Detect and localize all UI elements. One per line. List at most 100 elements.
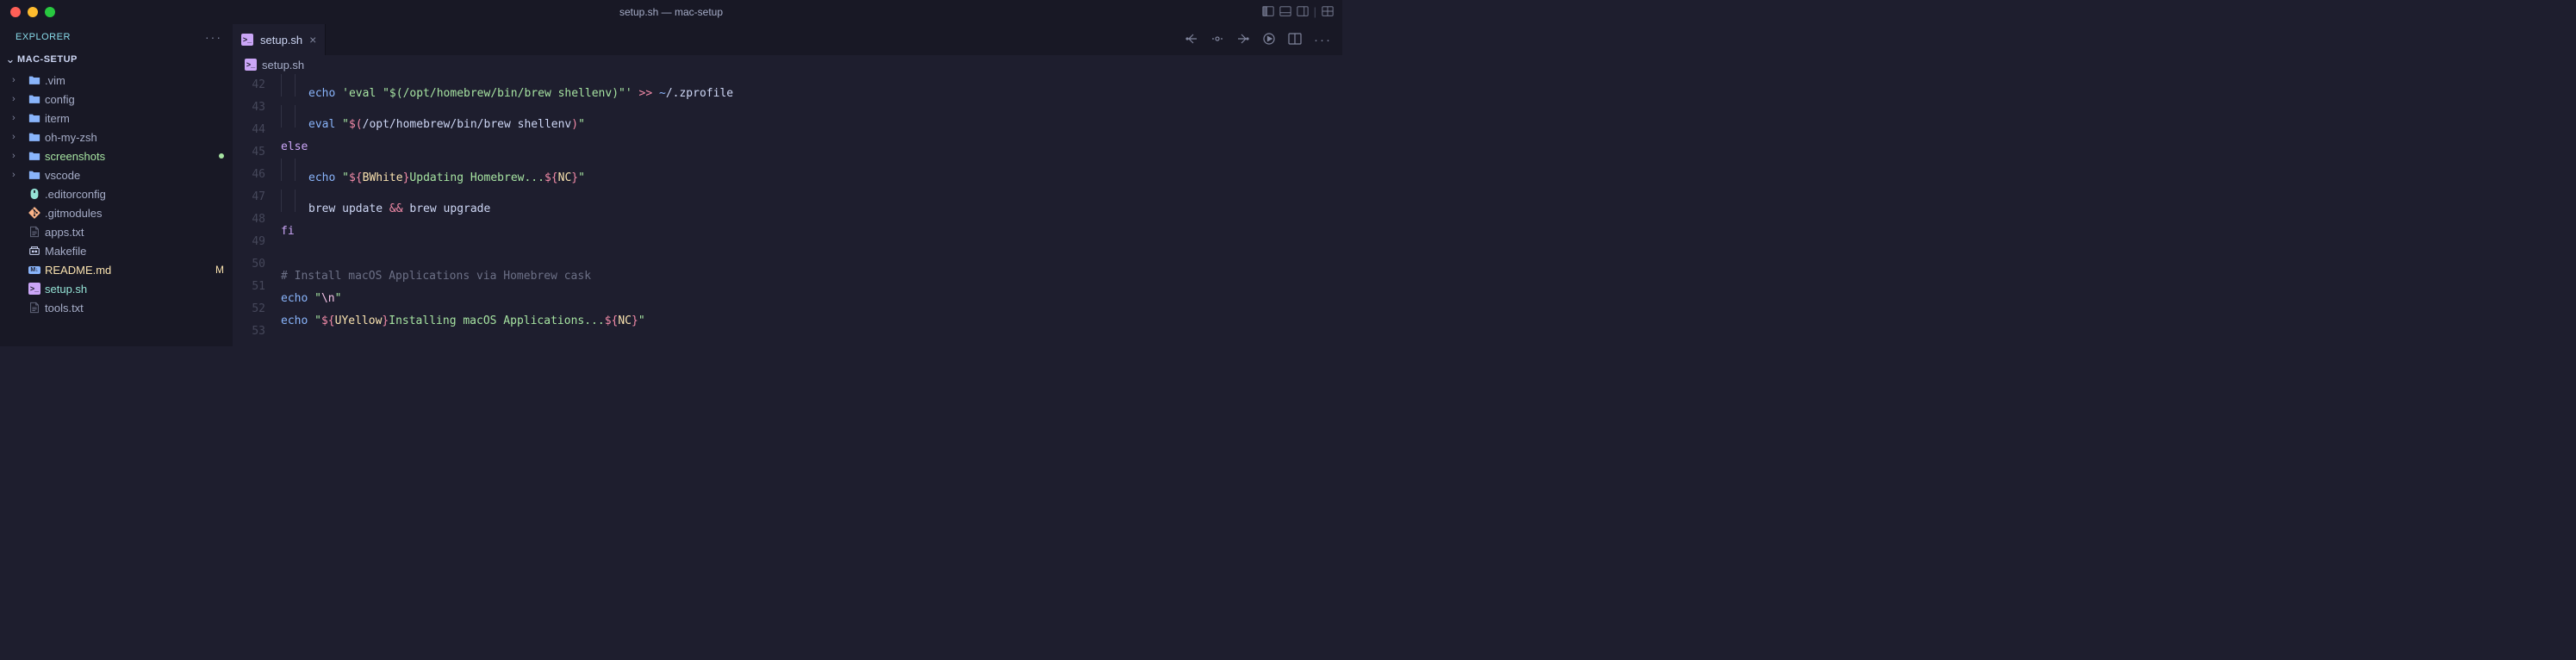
- panel-bottom-icon[interactable]: [1279, 5, 1291, 20]
- tabs-row: >_ setup.sh × ···: [233, 24, 1342, 55]
- panel-left-icon[interactable]: [1262, 5, 1274, 20]
- sidebar-header: EXPLORER ···: [0, 24, 233, 50]
- editor-more-icon[interactable]: ···: [1314, 33, 1332, 47]
- file-icon: M↓: [28, 263, 41, 277]
- titlebar: setup.sh — mac-setup |: [0, 0, 1342, 24]
- editor-actions: ···: [1185, 24, 1342, 55]
- code-line[interactable]: else: [281, 136, 1342, 159]
- chevron-right-icon: ›: [12, 94, 24, 104]
- code-line[interactable]: # Install macOS Applications via Homebre…: [281, 265, 1342, 288]
- line-gutter: 424344454647484950515253: [233, 74, 281, 346]
- tree-item-label: .gitmodules: [45, 207, 233, 220]
- code-line[interactable]: echo 'eval "$(/opt/homebrew/bin/brew she…: [281, 74, 1342, 105]
- code-line[interactable]: [281, 243, 1342, 265]
- tree-file[interactable]: >_ setup.sh: [0, 279, 233, 298]
- main-area: EXPLORER ··· ⌄ MAC-SETUP › .vim › config › it…: [0, 24, 1342, 346]
- tree-folder[interactable]: › vscode: [0, 165, 233, 184]
- tree-file[interactable]: M↓ README.mdM: [0, 260, 233, 279]
- line-number: 46: [233, 164, 265, 186]
- tree-item-label: setup.sh: [45, 283, 233, 296]
- maximize-button[interactable]: [45, 7, 55, 17]
- code-line[interactable]: echo "${UYellow}Installing macOS Applica…: [281, 310, 1342, 333]
- code-line[interactable]: eval "$(/opt/homebrew/bin/brew shellenv)…: [281, 105, 1342, 136]
- chevron-down-icon: ⌄: [3, 53, 17, 66]
- folder-icon: [28, 73, 41, 87]
- line-number: 42: [233, 74, 265, 97]
- file-tree: › .vim › config › iterm › oh-my-zsh ›screenshots…: [0, 69, 233, 317]
- vscode-window: setup.sh — mac-setup | EXPLORER ··· ⌄ MA…: [0, 0, 1342, 346]
- line-number: 47: [233, 186, 265, 209]
- tree-item-label: README.md: [45, 264, 212, 277]
- tree-file[interactable]: .gitmodules: [0, 203, 233, 222]
- compare-prev-icon[interactable]: [1185, 32, 1198, 48]
- folder-icon: [28, 130, 41, 144]
- line-number: 48: [233, 209, 265, 231]
- split-editor-icon[interactable]: [1288, 32, 1302, 48]
- file-icon: [28, 301, 41, 314]
- breadcrumb[interactable]: >_ setup.sh: [233, 55, 1342, 74]
- tree-item-label: iterm: [45, 112, 233, 125]
- tree-item-label: oh-my-zsh: [45, 131, 233, 144]
- code-editor[interactable]: 424344454647484950515253 echo 'eval "$(/…: [233, 74, 1342, 346]
- compare-next-icon[interactable]: [1236, 32, 1250, 48]
- minimize-button[interactable]: [28, 7, 38, 17]
- tree-item-label: .vim: [45, 74, 233, 87]
- titlebar-layout-controls: |: [1262, 5, 1342, 20]
- code-line[interactable]: brew update && brew upgrade: [281, 190, 1342, 221]
- line-number: 50: [233, 253, 265, 276]
- code-line[interactable]: echo "\n": [281, 288, 1342, 310]
- explorer-more-icon[interactable]: ···: [205, 30, 222, 44]
- tree-folder[interactable]: › iterm: [0, 109, 233, 128]
- chevron-right-icon: ›: [12, 75, 24, 85]
- chevron-right-icon: ›: [12, 170, 24, 180]
- file-icon: [28, 206, 41, 220]
- tree-file[interactable]: .editorconfig: [0, 184, 233, 203]
- folder-icon: [28, 92, 41, 106]
- tree-folder[interactable]: › config: [0, 90, 233, 109]
- explorer-label: EXPLORER: [16, 32, 71, 42]
- editor-area: >_ setup.sh × ··· >_ setup.sh 4243: [233, 24, 1342, 346]
- line-number: 43: [233, 97, 265, 119]
- compare-dot-icon[interactable]: [1210, 32, 1224, 48]
- folder-icon: [28, 168, 41, 182]
- traffic-lights: [0, 7, 55, 17]
- tree-folder[interactable]: › .vim: [0, 71, 233, 90]
- file-icon: >_: [28, 282, 41, 296]
- folder-icon: [28, 149, 41, 163]
- terminal-icon: >_: [241, 34, 253, 46]
- tree-item-label: apps.txt: [45, 226, 233, 239]
- tab-close-icon[interactable]: ×: [309, 33, 316, 47]
- tab-setup-sh[interactable]: >_ setup.sh ×: [233, 24, 326, 55]
- code-line[interactable]: [281, 333, 1342, 346]
- file-icon: [28, 225, 41, 239]
- chevron-right-icon: ›: [12, 113, 24, 123]
- breadcrumb-file: setup.sh: [262, 59, 304, 72]
- line-number: 44: [233, 119, 265, 141]
- chevron-right-icon: ›: [12, 132, 24, 142]
- tree-file[interactable]: tools.txt: [0, 298, 233, 317]
- window-title: setup.sh — mac-setup: [619, 6, 723, 18]
- close-button[interactable]: [10, 7, 21, 17]
- run-icon[interactable]: [1262, 32, 1276, 48]
- tree-folder[interactable]: › oh-my-zsh: [0, 128, 233, 146]
- tree-item-label: tools.txt: [45, 302, 233, 314]
- tree-file[interactable]: apps.txt: [0, 222, 233, 241]
- divider: |: [1314, 5, 1316, 20]
- tree-item-label: vscode: [45, 169, 233, 182]
- tree-folder[interactable]: ›screenshots: [0, 146, 233, 165]
- layout-grid-icon[interactable]: [1322, 5, 1334, 20]
- git-status-letter: M: [215, 264, 224, 276]
- panel-right-icon[interactable]: [1297, 5, 1309, 20]
- line-number: 52: [233, 298, 265, 321]
- code-content[interactable]: echo 'eval "$(/opt/homebrew/bin/brew she…: [281, 74, 1342, 346]
- tree-item-label: config: [45, 93, 233, 106]
- chevron-right-icon: ›: [12, 151, 24, 161]
- untracked-dot: [219, 153, 224, 159]
- file-icon: [28, 187, 41, 201]
- code-line[interactable]: echo "${BWhite}Updating Homebrew...${NC}…: [281, 159, 1342, 190]
- tree-file[interactable]: Makefile: [0, 241, 233, 260]
- code-line[interactable]: fi: [281, 221, 1342, 243]
- sidebar: EXPLORER ··· ⌄ MAC-SETUP › .vim › config › it…: [0, 24, 233, 346]
- folder-section-label: MAC-SETUP: [17, 54, 78, 65]
- folder-section-header[interactable]: ⌄ MAC-SETUP: [0, 50, 233, 69]
